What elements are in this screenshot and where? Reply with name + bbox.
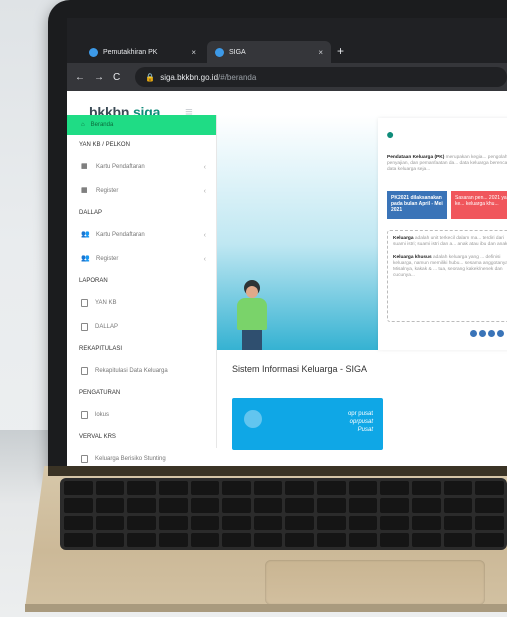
sidebar-item-yan-kb[interactable]: YAN KB [67,291,216,315]
definition-box: Keluarga adalah unit terkecil dalam ma..… [387,230,507,322]
sidebar-item-label: lokus [95,412,110,418]
laptop-hinge [48,466,507,476]
chevron-left-icon: ‹ [203,163,206,171]
sidebar-heading: LAPORAN [79,278,108,284]
url-path: /#/beranda [218,72,257,82]
facebook-icon[interactable] [470,330,477,337]
grid-icon: ▦ [81,187,88,194]
trackpad [265,560,485,605]
chevron-left-icon: ‹ [203,231,206,239]
sidebar-item-kartu-pendaftaran-dallap[interactable]: 👥 Kartu Pendaftaran ‹ [67,223,216,247]
home-icon: ⌂ [81,122,85,128]
bkkbn-mark-icon: ● [386,126,395,142]
schedule-badge: PK2021 dilaksanakan pada bulan April - M… [387,191,447,219]
browser-tab-bar: Pemutakhiran PK × SIGA × + [67,18,507,63]
sidebar-item-label: Register [96,256,119,262]
hero-banner: ● Pendataan Keluarga (PK) merupakan kegi… [217,115,507,350]
sidebar-heading: REKAPITULASI [79,346,123,352]
user-level: Pusat [357,427,373,433]
sidebar-item-lokus[interactable]: lokus [67,403,216,427]
sidebar-heading: VERVAL KRS [79,434,116,440]
sidebar-item-label: Keluarga Berisiko Stunting [95,456,166,462]
tab-close-icon[interactable]: × [318,48,323,57]
chevron-left-icon: ‹ [203,255,206,263]
laptop-front-edge [25,604,507,612]
back-button[interactable]: ← [75,72,85,83]
page-title: Sistem Informasi Keluarga - SIGA [232,364,368,374]
reload-button[interactable]: C [113,72,120,83]
sidebar-item-kartu-pendaftaran[interactable]: ▦ Kartu Pendaftaran ‹ [67,155,216,179]
tab-label: Pemutakhiran PK [103,48,158,56]
address-bar[interactable]: 🔒 siga.bkkbn.go.id/#/beranda [135,67,507,87]
sidebar-item-register[interactable]: ▦ Register ‹ [67,179,216,203]
user-username: oprpusat [349,419,373,425]
users-icon: 👥 [81,255,90,262]
sidebar-item-beranda[interactable]: ⌂ Beranda [67,115,216,135]
user-profile-card: opr pusat oprpusat Pusat [232,398,383,450]
sidebar-item-label: DALLAP [95,324,119,330]
sidebar-item-register-dallap[interactable]: 👥 Register ‹ [67,247,216,271]
tab-label: SIGA [229,48,246,56]
sidebar-item-label: Kartu Pendaftaran [96,232,145,238]
favicon-icon [89,47,98,57]
info-card: ● Pendataan Keluarga (PK) merupakan kegi… [378,118,507,350]
document-icon [81,455,88,463]
person-illustration [234,280,274,350]
intro-text: Pendataan Keluarga (PK) merupakan kegia.… [387,155,507,173]
sidebar-item-label: Rekapitulasi Data Keluarga [95,368,168,374]
youtube-icon[interactable] [497,330,504,337]
browser-toolbar: ← → C 🔒 siga.bkkbn.go.id/#/beranda [67,63,507,91]
grid-icon: ▦ [81,163,88,170]
users-icon: 👥 [81,231,90,238]
sidebar-item-rekapitulasi[interactable]: Rekapitulasi Data Keluarga [67,359,216,383]
sidebar: ⌂ Beranda YAN KB / PELKON ▦ Kartu Pendaf… [67,115,217,463]
sidebar-heading: DALLAP [79,210,103,216]
user-name: opr pusat [347,411,373,417]
sidebar-item-label: YAN KB [95,300,117,306]
social-links [470,330,504,337]
lock-icon: 🔒 [145,72,156,82]
sidebar-heading: YAN KB / PELKON [79,142,130,148]
twitter-icon[interactable] [479,330,486,337]
sidebar-item-dallap[interactable]: DALLAP [67,315,216,339]
url-host: siga.bkkbn.go.id [160,72,219,82]
document-icon [81,299,88,307]
tab-pemutakhiran-pk[interactable]: Pemutakhiran PK × [81,41,204,63]
forward-button[interactable]: → [94,72,104,83]
target-badge: Sasaran pen... 2021 yaitu ke... keluarga… [451,191,507,219]
sidebar-item-label: Beranda [90,122,114,128]
favicon-icon [215,47,224,57]
tab-close-icon[interactable]: × [191,48,196,57]
instagram-icon[interactable] [488,330,495,337]
sidebar-item-label: Kartu Pendaftaran [96,164,145,170]
avatar [244,410,262,428]
document-icon [81,411,88,419]
tab-siga[interactable]: SIGA × [207,41,331,63]
document-icon [81,323,88,331]
sidebar-heading: PENGATURAN [79,390,121,396]
chevron-left-icon: ‹ [203,187,206,195]
document-icon [81,367,88,375]
new-tab-button[interactable]: + [337,44,344,58]
keyboard-keys [64,481,504,547]
sidebar-item-label: Register [96,188,119,194]
